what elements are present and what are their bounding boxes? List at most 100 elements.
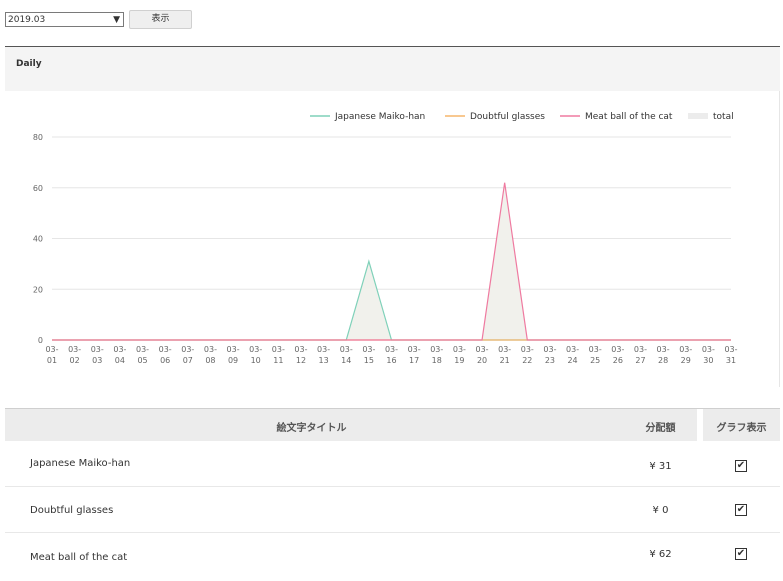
legend-label: total [713, 112, 734, 122]
row-amount: ¥ 31 [649, 461, 672, 472]
x-tick-label: 03- [657, 345, 670, 354]
x-tick-label: 03- [543, 345, 556, 354]
x-tick-label: 02 [70, 356, 80, 365]
x-tick-label: 03- [159, 345, 172, 354]
show-button[interactable]: 表示 [129, 10, 192, 29]
row-name: Meat ball of the cat [30, 552, 128, 563]
x-tick-label: 03- [724, 345, 737, 354]
x-tick-label: 24 [567, 356, 577, 365]
y-tick-label: 60 [33, 184, 43, 193]
chart-border [779, 91, 780, 387]
y-tick-label: 80 [33, 133, 43, 142]
x-tick-label: 03- [385, 345, 398, 354]
x-tick-label: 29 [681, 356, 691, 365]
x-tick-label: 07 [183, 356, 193, 365]
graph-checkbox[interactable]: ✔ [735, 548, 747, 560]
x-tick-label: 03- [362, 345, 375, 354]
y-tick-label: 20 [33, 285, 43, 294]
table-row: Doubtful glasses ¥ 0 ✔ [5, 487, 780, 533]
x-tick-label: 03- [249, 345, 262, 354]
x-tick-label: 16 [386, 356, 396, 365]
header-graph: グラフ表示 [716, 423, 767, 434]
x-tick-label: 22 [522, 356, 532, 365]
x-tick-label: 05 [137, 356, 147, 365]
chart-area: 0 20 40 60 80 03- 01 03- 02 03- 03 03- 04 03- 05 03- 06 0… [5, 91, 780, 391]
x-tick-label: 20 [477, 356, 487, 365]
legend-label: Japanese Maiko-han [334, 112, 425, 122]
x-tick-label: 03- [679, 345, 692, 354]
x-tick-label: 04 [115, 356, 125, 365]
x-tick-label: 10 [251, 356, 261, 365]
table-header: 絵文字タイトル 分配額 グラフ表示 [5, 408, 780, 441]
panel-title: Daily [16, 59, 42, 69]
row-name: Doubtful glasses [30, 505, 114, 516]
x-tick-label: 03- [181, 345, 194, 354]
chevron-down-icon: ▼ [113, 15, 120, 25]
header-amount: 分配額 [645, 423, 676, 434]
daily-chart: 0 20 40 60 80 03- 01 03- 02 03- 03 03- 04 03- 05 03- 06 0… [33, 112, 738, 365]
x-tick-label: 03- [45, 345, 58, 354]
table-row: Meat ball of the cat ¥ 62 ✔ [5, 533, 780, 578]
y-tick-label: 40 [33, 235, 43, 244]
x-tick-label: 11 [273, 356, 283, 365]
x-tick-label: 03- [204, 345, 217, 354]
x-tick-label: 03- [113, 345, 126, 354]
x-tick-label: 25 [590, 356, 600, 365]
x-tick-label: 03- [91, 345, 104, 354]
x-tick-label: 03- [521, 345, 534, 354]
row-name: Japanese Maiko-han [30, 458, 131, 469]
x-tick-label: 03- [634, 345, 647, 354]
x-tick-label: 03- [566, 345, 579, 354]
x-tick-label: 03- [475, 345, 488, 354]
header-title: 絵文字タイトル [276, 423, 347, 434]
legend-swatch [688, 113, 708, 119]
x-tick-label: 06 [160, 356, 170, 365]
month-select[interactable]: 2019.03 ▼ [5, 12, 124, 27]
x-tick-label: 19 [454, 356, 464, 365]
graph-checkbox[interactable]: ✔ [735, 460, 747, 472]
x-tick-label: 03- [68, 345, 81, 354]
x-tick-label: 09 [228, 356, 238, 365]
x-tick-label: 30 [703, 356, 713, 365]
x-tick-label: 03- [408, 345, 421, 354]
series-line [52, 182, 731, 341]
y-tick-label: 0 [38, 336, 43, 345]
x-tick-label: 12 [296, 356, 306, 365]
x-tick-label: 03- [136, 345, 149, 354]
x-tick-label: 18 [432, 356, 442, 365]
x-tick-label: 28 [658, 356, 668, 365]
x-tick-label: 03- [498, 345, 511, 354]
x-tick-label: 17 [409, 356, 419, 365]
x-tick-label: 21 [500, 356, 510, 365]
month-select-value: 2019.03 [8, 15, 46, 25]
x-tick-label: 03- [272, 345, 285, 354]
x-tick-label: 03- [611, 345, 624, 354]
x-tick-label: 03- [453, 345, 466, 354]
x-tick-label: 03- [294, 345, 307, 354]
distribution-table: 絵文字タイトル 分配額 グラフ表示 Japanese Maiko-han ¥ 3… [5, 408, 780, 578]
x-tick-label: 15 [364, 356, 374, 365]
row-amount: ¥ 0 [652, 505, 669, 516]
table-row: Japanese Maiko-han ¥ 31 ✔ [5, 441, 780, 487]
x-tick-label: 03 [92, 356, 102, 365]
graph-checkbox[interactable]: ✔ [735, 504, 747, 516]
x-tick-label: 03- [340, 345, 353, 354]
series-line [52, 259, 731, 341]
panel-header: Daily [5, 47, 780, 91]
x-tick-label: 08 [205, 356, 215, 365]
x-tick-label: 03- [589, 345, 602, 354]
x-tick-label: 14 [341, 356, 351, 365]
row-amount: ¥ 62 [649, 549, 672, 560]
x-tick-label: 01 [47, 356, 57, 365]
x-tick-label: 13 [319, 356, 329, 365]
x-tick-label: 03- [702, 345, 715, 354]
x-tick-label: 03- [317, 345, 330, 354]
legend-label: Doubtful glasses [470, 112, 545, 122]
series-area-total [52, 182, 731, 340]
legend-label: Meat ball of the cat [585, 112, 673, 122]
x-tick-label: 23 [545, 356, 555, 365]
x-tick-label: 27 [635, 356, 645, 365]
x-tick-label: 03- [430, 345, 443, 354]
x-tick-label: 31 [726, 356, 736, 365]
x-tick-label: 26 [613, 356, 623, 365]
